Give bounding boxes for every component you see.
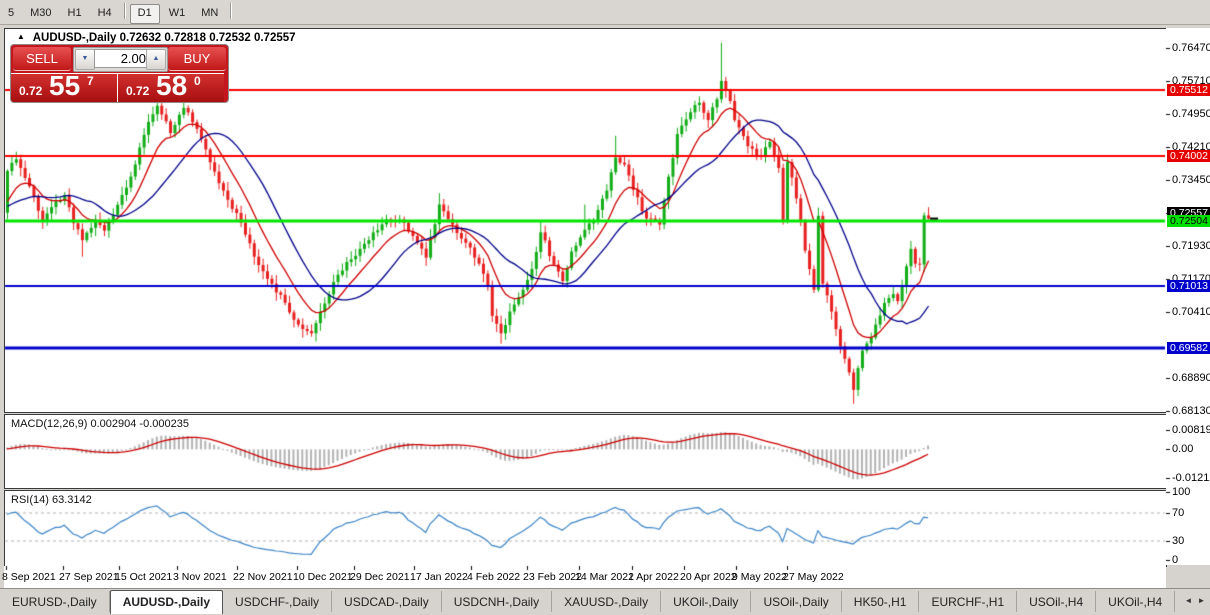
tab-audusd-daily[interactable]: AUDUSD-,Daily xyxy=(109,590,224,614)
price-tick-label: 0.74950 xyxy=(1172,108,1210,121)
date-tick-label: 4 Feb 2022 xyxy=(467,571,521,583)
tab-usdcnh-daily[interactable]: USDCNH-,Daily xyxy=(442,591,553,612)
price-tick-label: 0.76470 xyxy=(1172,42,1210,55)
chart-title: ▲ AUDUSD-,Daily 0.72632 0.72818 0.72532 … xyxy=(17,32,296,44)
one-click-collapse-icon[interactable]: ▲ xyxy=(17,32,25,41)
chevron-up-icon: ▲ xyxy=(152,55,160,62)
price-badge: 0.74002 xyxy=(1167,149,1210,162)
date-tick-label: 9 May 2022 xyxy=(732,571,787,583)
chart-symbol-label: AUDUSD-,Daily xyxy=(32,32,117,44)
price-badge: 0.75512 xyxy=(1167,84,1210,96)
scroll-right-icon: ► xyxy=(1197,596,1206,605)
rsi-tick-label: 70 xyxy=(1172,507,1185,519)
buy-button[interactable]: BUY xyxy=(168,47,226,71)
date-tick-label: 29 Dec 2021 xyxy=(350,571,410,583)
buy-price-prefix: 0.72 xyxy=(126,84,150,98)
sell-price-sup: 7 xyxy=(87,74,94,88)
macd-tick-label: 0.008197 xyxy=(1172,424,1210,436)
price-badge: 0.69582 xyxy=(1167,342,1210,354)
symbol-tabbar: EURUSD-,Daily AUDUSD-,Daily USDCHF-,Daily U… xyxy=(0,588,1210,615)
tab-xauusd-daily[interactable]: XAUUSD-,Daily xyxy=(552,591,662,612)
date-tick-label: 23 Feb 2022 xyxy=(523,571,582,583)
price-tick-label: 0.68130 xyxy=(1172,405,1210,418)
tab-usdchf-daily[interactable]: USDCHF-,Daily xyxy=(223,591,333,612)
ohlc-high: 0.72818 xyxy=(164,32,206,44)
tab-usoil-daily[interactable]: USOil-,Daily xyxy=(751,591,842,612)
date-tick-label: 27 May 2022 xyxy=(783,571,844,583)
date-tick-label: 15 Oct 2021 xyxy=(115,571,173,583)
tab-scroll-right-button[interactable]: ► xyxy=(1196,594,1207,607)
date-tick-label: 14 Mar 2022 xyxy=(575,571,634,583)
tab-hk50-h1[interactable]: HK50-,H1 xyxy=(842,591,920,612)
sell-price-display[interactable]: 0.72 55 7 xyxy=(11,70,118,102)
price-badge: 0.71013 xyxy=(1167,279,1210,292)
date-tick-label: 3 Nov 2021 xyxy=(173,571,227,583)
price-tick-label: 0.68890 xyxy=(1172,372,1210,385)
date-tick-label: 1 Apr 2022 xyxy=(628,571,679,583)
tab-eurchf-h1[interactable]: EURCHF-,H1 xyxy=(919,591,1018,612)
volume-increase-button[interactable]: ▲ xyxy=(146,49,166,70)
date-tick-label: 17 Jan 2022 xyxy=(410,571,468,583)
sell-price-big: 55 xyxy=(49,70,81,101)
volume-stepper: ▼ ▲ xyxy=(73,47,168,72)
tab-usoil-h4[interactable]: USOil-,H4 xyxy=(1017,591,1097,612)
rsi-label: RSI(14) 63.3142 xyxy=(11,494,92,506)
date-tick-label: 27 Sep 2021 xyxy=(59,571,119,583)
sell-button[interactable]: SELL xyxy=(13,47,71,71)
price-tick-label: 0.71930 xyxy=(1172,239,1210,252)
price-tick-label: 0.73450 xyxy=(1172,173,1210,186)
macd-tick-label: 0.00 xyxy=(1172,443,1194,456)
chevron-down-icon: ▼ xyxy=(81,55,89,62)
tab-eurusd-daily[interactable]: EURUSD-,Daily xyxy=(0,591,110,612)
rsi-tick-label: 0 xyxy=(1172,554,1179,566)
tab-ukoil-h4[interactable]: UKOil-,H4 xyxy=(1096,591,1176,612)
tab-usdcad-daily[interactable]: USDCAD-,Daily xyxy=(332,591,442,612)
price-tick-label: 0.70410 xyxy=(1172,305,1210,318)
macd-tick-label: -0.012121 xyxy=(1172,472,1210,484)
ohlc-open: 0.72632 xyxy=(119,32,162,44)
tab-scroll-left-button[interactable]: ◄ xyxy=(1183,594,1194,607)
scroll-left-icon: ◄ xyxy=(1184,596,1193,605)
tab-ukoil-daily[interactable]: UKOil-,Daily xyxy=(661,591,752,612)
date-tick-label: 8 Sep 2021 xyxy=(2,571,56,583)
ohlc-close: 0.72557 xyxy=(253,32,296,44)
date-tick-label: 22 Nov 2021 xyxy=(233,571,293,583)
sell-price-prefix: 0.72 xyxy=(19,84,43,98)
ohlc-low: 0.72532 xyxy=(209,32,251,44)
buy-price-big: 58 xyxy=(156,70,188,101)
rsi-tick-label: 100 xyxy=(1172,486,1191,498)
date-tick-label: 20 Apr 2022 xyxy=(680,571,737,583)
rsi-tick-label: 30 xyxy=(1172,535,1185,547)
buy-price-display[interactable]: 0.72 58 0 xyxy=(118,70,224,102)
date-tick-label: 10 Dec 2021 xyxy=(293,571,353,583)
volume-decrease-button[interactable]: ▼ xyxy=(75,49,95,70)
volume-input[interactable] xyxy=(94,49,149,68)
one-click-trade-panel: SELL ▼ ▲ BUY 0.72 55 7 0.72 58 0 xyxy=(10,44,229,103)
buy-price-sup: 0 xyxy=(194,74,201,88)
macd-label: MACD(12,26,9) 0.002904 -0.000235 xyxy=(11,418,189,430)
price-badge: 0.72504 xyxy=(1167,214,1210,227)
